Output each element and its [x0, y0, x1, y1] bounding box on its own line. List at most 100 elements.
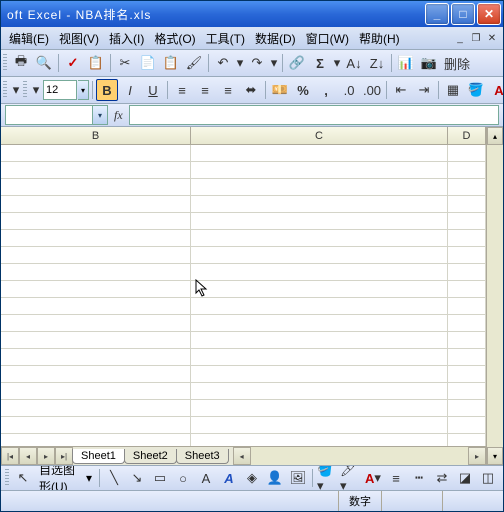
cell[interactable]	[191, 213, 448, 229]
table-row[interactable]	[1, 349, 486, 366]
cell[interactable]	[1, 434, 191, 446]
oval-icon[interactable]: ○	[172, 467, 194, 489]
cell[interactable]	[1, 162, 191, 178]
cell-grid[interactable]	[1, 145, 486, 446]
horizontal-scrollbar[interactable]: ◂ ▸	[233, 447, 486, 465]
cut-icon[interactable]: ✂	[114, 52, 136, 74]
line-icon[interactable]: ╲	[103, 467, 125, 489]
wordart-icon[interactable]: A	[218, 467, 240, 489]
sort-asc-icon[interactable]: A↓	[343, 52, 365, 74]
dropdown-icon[interactable]: ▾	[30, 79, 42, 101]
tab-nav-next-icon[interactable]: ▸	[37, 447, 55, 465]
paste-icon[interactable]: 📋	[160, 52, 182, 74]
scroll-up-icon[interactable]: ▴	[487, 127, 503, 145]
scroll-right-icon[interactable]: ▸	[468, 447, 486, 465]
table-row[interactable]	[1, 298, 486, 315]
cell[interactable]	[448, 230, 486, 246]
decrease-decimal-icon[interactable]: .00	[361, 79, 383, 101]
bold-button[interactable]: B	[96, 79, 118, 101]
menu-data[interactable]: 数据(D)	[251, 28, 300, 49]
vertical-scrollbar[interactable]: ▴ ▾	[486, 127, 503, 465]
font-color-icon[interactable]: A▾	[362, 467, 384, 489]
cell[interactable]	[191, 145, 448, 161]
print-preview-icon[interactable]: 🔍	[33, 52, 55, 74]
cell[interactable]	[191, 400, 448, 416]
cell[interactable]	[1, 281, 191, 297]
cell[interactable]	[191, 417, 448, 433]
menu-help[interactable]: 帮助(H)	[355, 28, 404, 49]
cell[interactable]	[448, 281, 486, 297]
cell[interactable]	[448, 247, 486, 263]
dropdown-icon[interactable]: ▾	[332, 52, 342, 74]
cell[interactable]	[1, 264, 191, 280]
print-icon[interactable]: 🖶	[10, 52, 32, 74]
cell[interactable]	[1, 400, 191, 416]
font-size-dropdown[interactable]: ▾	[78, 80, 89, 100]
borders-icon[interactable]: ▦	[442, 79, 464, 101]
cell[interactable]	[448, 400, 486, 416]
merge-icon[interactable]: ⬌	[240, 79, 262, 101]
table-row[interactable]	[1, 366, 486, 383]
cell[interactable]	[448, 434, 486, 446]
toolbar-grip[interactable]	[5, 469, 9, 487]
align-right-icon[interactable]: ≡	[217, 79, 239, 101]
menu-edit[interactable]: 编辑(E)	[5, 28, 53, 49]
cell[interactable]	[1, 315, 191, 331]
table-row[interactable]	[1, 417, 486, 434]
minimize-button[interactable]: _	[425, 3, 449, 25]
sort-desc-icon[interactable]: Z↓	[366, 52, 388, 74]
copy-icon[interactable]: 📄	[137, 52, 159, 74]
cell[interactable]	[448, 264, 486, 280]
cell[interactable]	[448, 349, 486, 365]
table-row[interactable]	[1, 162, 486, 179]
table-row[interactable]	[1, 196, 486, 213]
column-header-d[interactable]: D	[448, 127, 486, 145]
line-style-icon[interactable]: ≡	[385, 467, 407, 489]
maximize-button[interactable]: □	[451, 3, 475, 25]
dropdown-icon[interactable]: ▾	[10, 79, 22, 101]
dropdown-icon[interactable]: ▾	[269, 52, 279, 74]
cell[interactable]	[1, 298, 191, 314]
italic-button[interactable]: I	[119, 79, 141, 101]
cell[interactable]	[448, 162, 486, 178]
cell[interactable]	[191, 247, 448, 263]
cell[interactable]	[191, 179, 448, 195]
cell[interactable]	[191, 366, 448, 382]
spelling-icon[interactable]: ✓	[62, 52, 84, 74]
cell[interactable]	[1, 213, 191, 229]
cell[interactable]	[1, 145, 191, 161]
menu-format[interactable]: 格式(O)	[150, 28, 199, 49]
3d-icon[interactable]: ◫	[477, 467, 499, 489]
picture-icon[interactable]: 🖼	[287, 467, 309, 489]
undo-icon[interactable]: ↶	[212, 52, 234, 74]
cell[interactable]	[1, 332, 191, 348]
column-header-b[interactable]: B	[1, 127, 191, 145]
redo-icon[interactable]: ↷	[246, 52, 268, 74]
camera-icon[interactable]: 📷	[418, 52, 440, 74]
cell[interactable]	[191, 230, 448, 246]
menu-insert[interactable]: 插入(I)	[105, 28, 148, 49]
table-row[interactable]	[1, 145, 486, 162]
fill-color-icon[interactable]: 🪣	[465, 79, 487, 101]
rectangle-icon[interactable]: ▭	[149, 467, 171, 489]
table-row[interactable]	[1, 179, 486, 196]
dropdown-icon[interactable]: ▾	[235, 52, 245, 74]
cell[interactable]	[448, 332, 486, 348]
menu-tools[interactable]: 工具(T)	[202, 28, 249, 49]
cell[interactable]	[191, 281, 448, 297]
table-row[interactable]	[1, 264, 486, 281]
tab-nav-prev-icon[interactable]: ◂	[19, 447, 37, 465]
underline-button[interactable]: U	[142, 79, 164, 101]
toolbar-grip[interactable]	[23, 81, 27, 99]
table-row[interactable]	[1, 247, 486, 264]
delete-button[interactable]: 删除	[441, 52, 473, 74]
cell[interactable]	[191, 196, 448, 212]
toolbar-grip[interactable]	[3, 81, 7, 99]
cell[interactable]	[1, 383, 191, 399]
cell[interactable]	[448, 366, 486, 382]
tab-sheet1[interactable]: Sheet1	[72, 449, 125, 464]
cell[interactable]	[448, 179, 486, 195]
cell[interactable]	[191, 383, 448, 399]
table-row[interactable]	[1, 383, 486, 400]
formula-input[interactable]	[129, 105, 499, 125]
